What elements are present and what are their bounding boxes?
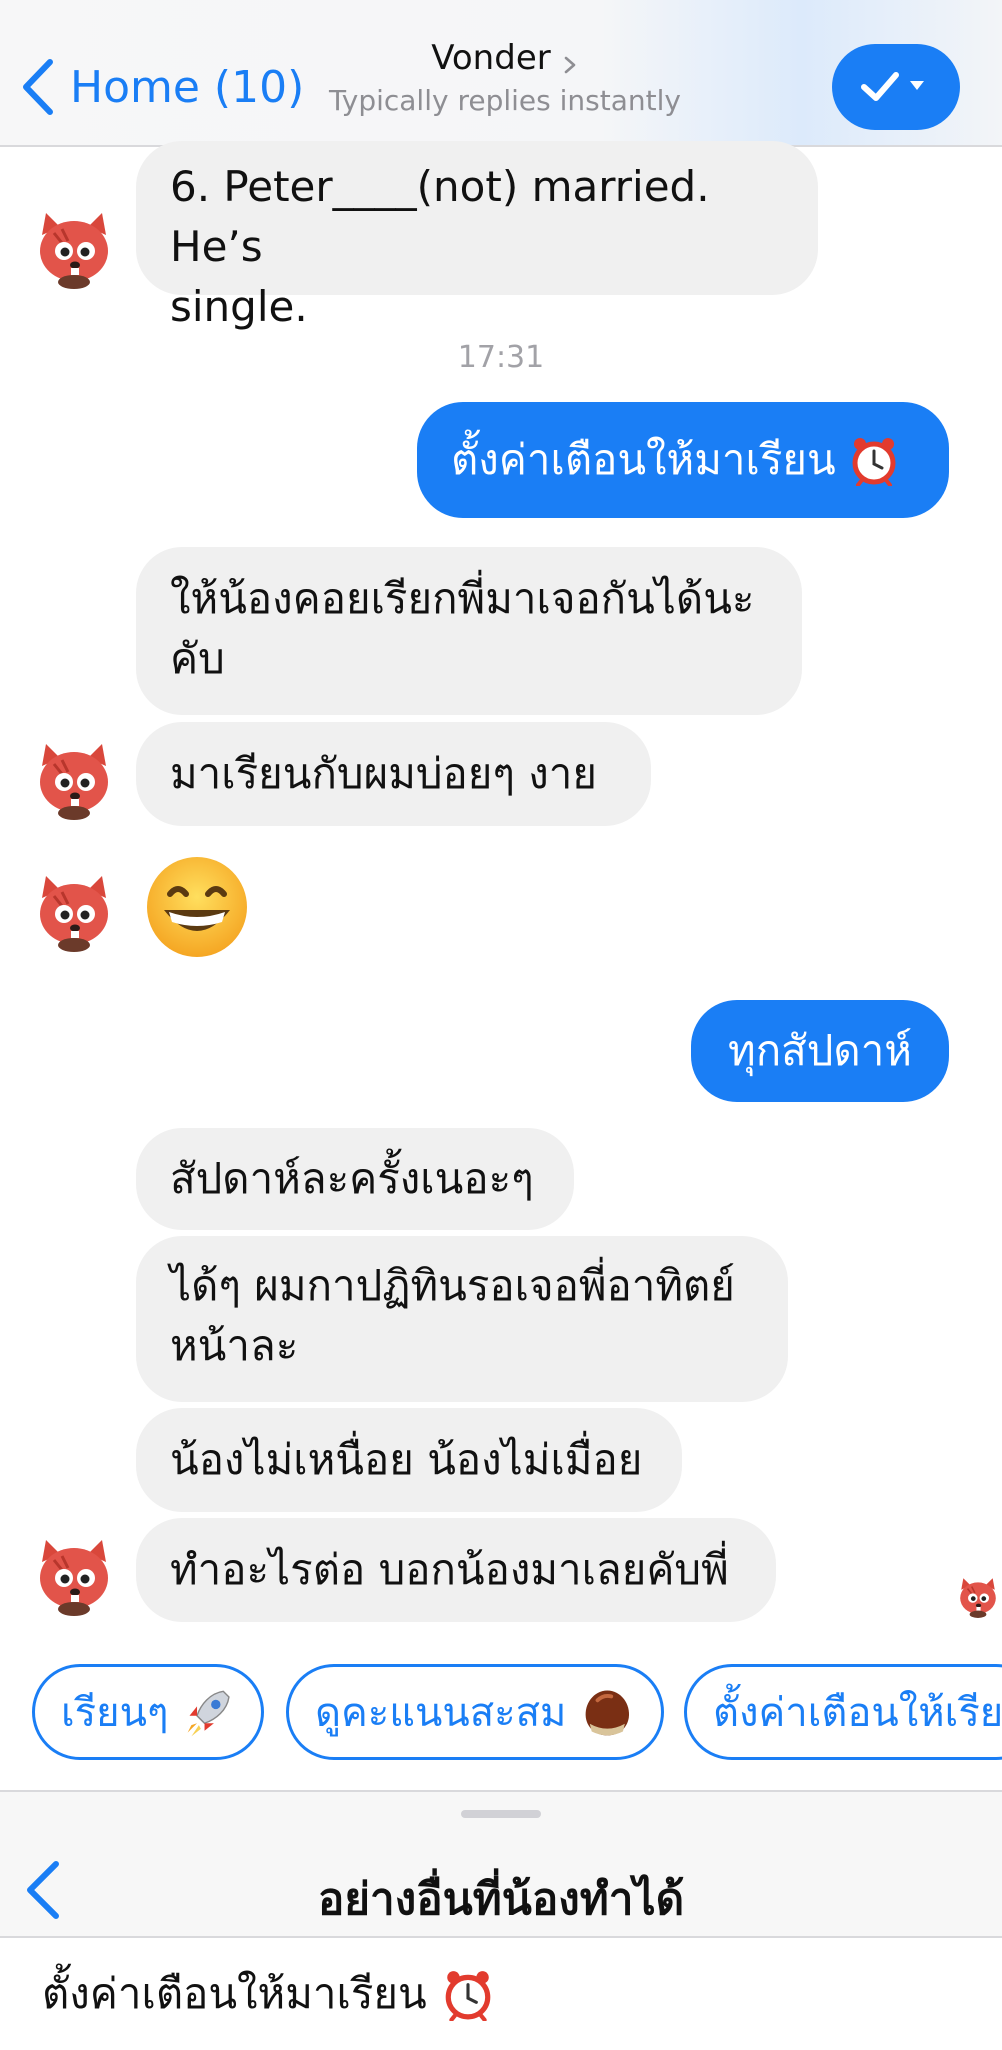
- message-bubble-bot: มาเรียนกับผมบ่อยๆ งาย: [136, 722, 651, 826]
- quick-reply-set-reminder[interactable]: ตั้งค่าเตือนให้เรีย: [684, 1664, 1002, 1760]
- alarm-clock-icon: [852, 438, 896, 486]
- page-title: Vonder: [431, 38, 551, 78]
- quick-reply-label: ดูคะแนนสะสม: [315, 1690, 567, 1736]
- message-text: ได้ๆ ผมกาปฏิทินรอเจอพี่อาทิตย์: [170, 1261, 735, 1310]
- quick-reply-label: เรียนๆ: [61, 1690, 169, 1736]
- conversation-title-area[interactable]: Vonder Typically replies instantly: [325, 38, 685, 117]
- menu-item-set-reminder[interactable]: ตั้งค่าเตือนให้มาเรียน: [0, 1938, 1002, 2050]
- persistent-menu: อย่างอื่นที่น้องทำได้ ตั้งค่าเตือนให้มาเ…: [0, 1790, 1002, 2050]
- message-text: น้องไม่เหนื่อย น้องไม่เมื่อย: [170, 1435, 643, 1484]
- message-bubble-bot: ให้น้องคอยเรียกพี่มาเจอกันได้นะ คับ: [136, 547, 802, 715]
- grinning-face-emoji: [147, 857, 247, 957]
- quick-reply-view-points[interactable]: ดูคะแนนสะสม: [286, 1664, 664, 1760]
- message-bubble-user: ตั้งค่าเตือนให้มาเรียน: [417, 402, 949, 518]
- read-receipt-avatar: [956, 1574, 1000, 1618]
- message-text: single.: [170, 282, 308, 331]
- message-bubble-bot: สัปดาห์ละครั้งเนอะๆ: [136, 1128, 574, 1230]
- drag-handle[interactable]: [461, 1810, 541, 1818]
- bot-avatar: [32, 1532, 116, 1616]
- menu-item-label: ตั้งค่าเตือนให้มาเรียน: [42, 1969, 427, 2018]
- chestnut-icon: [585, 1690, 630, 1736]
- message-text: คับ: [170, 634, 225, 683]
- chat-header: Home (10) Vonder Typically replies insta…: [0, 0, 1002, 147]
- bot-avatar: [32, 868, 116, 952]
- menu-title: อย่างอื่นที่น้องทำได้: [317, 1874, 685, 1925]
- bot-avatar: [32, 736, 116, 820]
- message-text: หน้าละ: [170, 1321, 299, 1370]
- message-text: ให้น้องคอยเรียกพี่มาเจอกันได้นะ: [170, 574, 755, 623]
- timestamp: 17:31: [457, 340, 545, 375]
- message-text: มาเรียนกับผมบ่อยๆ งาย: [170, 749, 597, 798]
- back-label: Home (10): [70, 61, 305, 113]
- quick-replies-bar[interactable]: เรียนๆ ดูคะแนนสะสม ตั้งค่าเตือนให้เรีย: [0, 1664, 1002, 1764]
- message-bubble-bot: 6. Peter____(not) married. He’s single.: [136, 141, 818, 331]
- rocket-icon: [188, 1690, 231, 1737]
- page-subtitle: Typically replies instantly: [329, 84, 681, 117]
- message-bubble-bot: น้องไม่เหนื่อย น้องไม่เมื่อย: [136, 1408, 682, 1512]
- message-text: ทำอะไรต่อ บอกน้องมาเลยคับพี่: [170, 1545, 729, 1594]
- chevron-right-icon: [564, 56, 576, 73]
- message-bubble-user: ทุกสัปดาห์: [691, 1000, 949, 1102]
- bot-avatar: [32, 205, 116, 289]
- message-text: ตั้งค่าเตือนให้มาเรียน: [451, 435, 836, 484]
- message-bubble-bot: ทำอะไรต่อ บอกน้องมาเลยคับพี่: [136, 1518, 776, 1622]
- checkmark-dropdown-icon: [861, 72, 924, 101]
- back-button[interactable]: Home (10): [18, 52, 304, 122]
- message-bubble-bot: ได้ๆ ผมกาปฏิทินรอเจอพี่อาทิตย์ หน้าละ: [136, 1236, 788, 1402]
- quick-reply-learn[interactable]: เรียนๆ: [32, 1664, 264, 1760]
- message-text: ทุกสัปดาห์: [728, 1026, 912, 1075]
- chevron-left-icon: [23, 59, 53, 115]
- done-dropdown-button[interactable]: [832, 44, 960, 130]
- quick-reply-label: ตั้งค่าเตือนให้เรีย: [713, 1690, 1002, 1736]
- alarm-clock-icon: [445, 1971, 491, 2021]
- message-text: 6. Peter____(not) married. He’s: [170, 162, 710, 271]
- message-text: สัปดาห์ละครั้งเนอะๆ: [170, 1154, 534, 1203]
